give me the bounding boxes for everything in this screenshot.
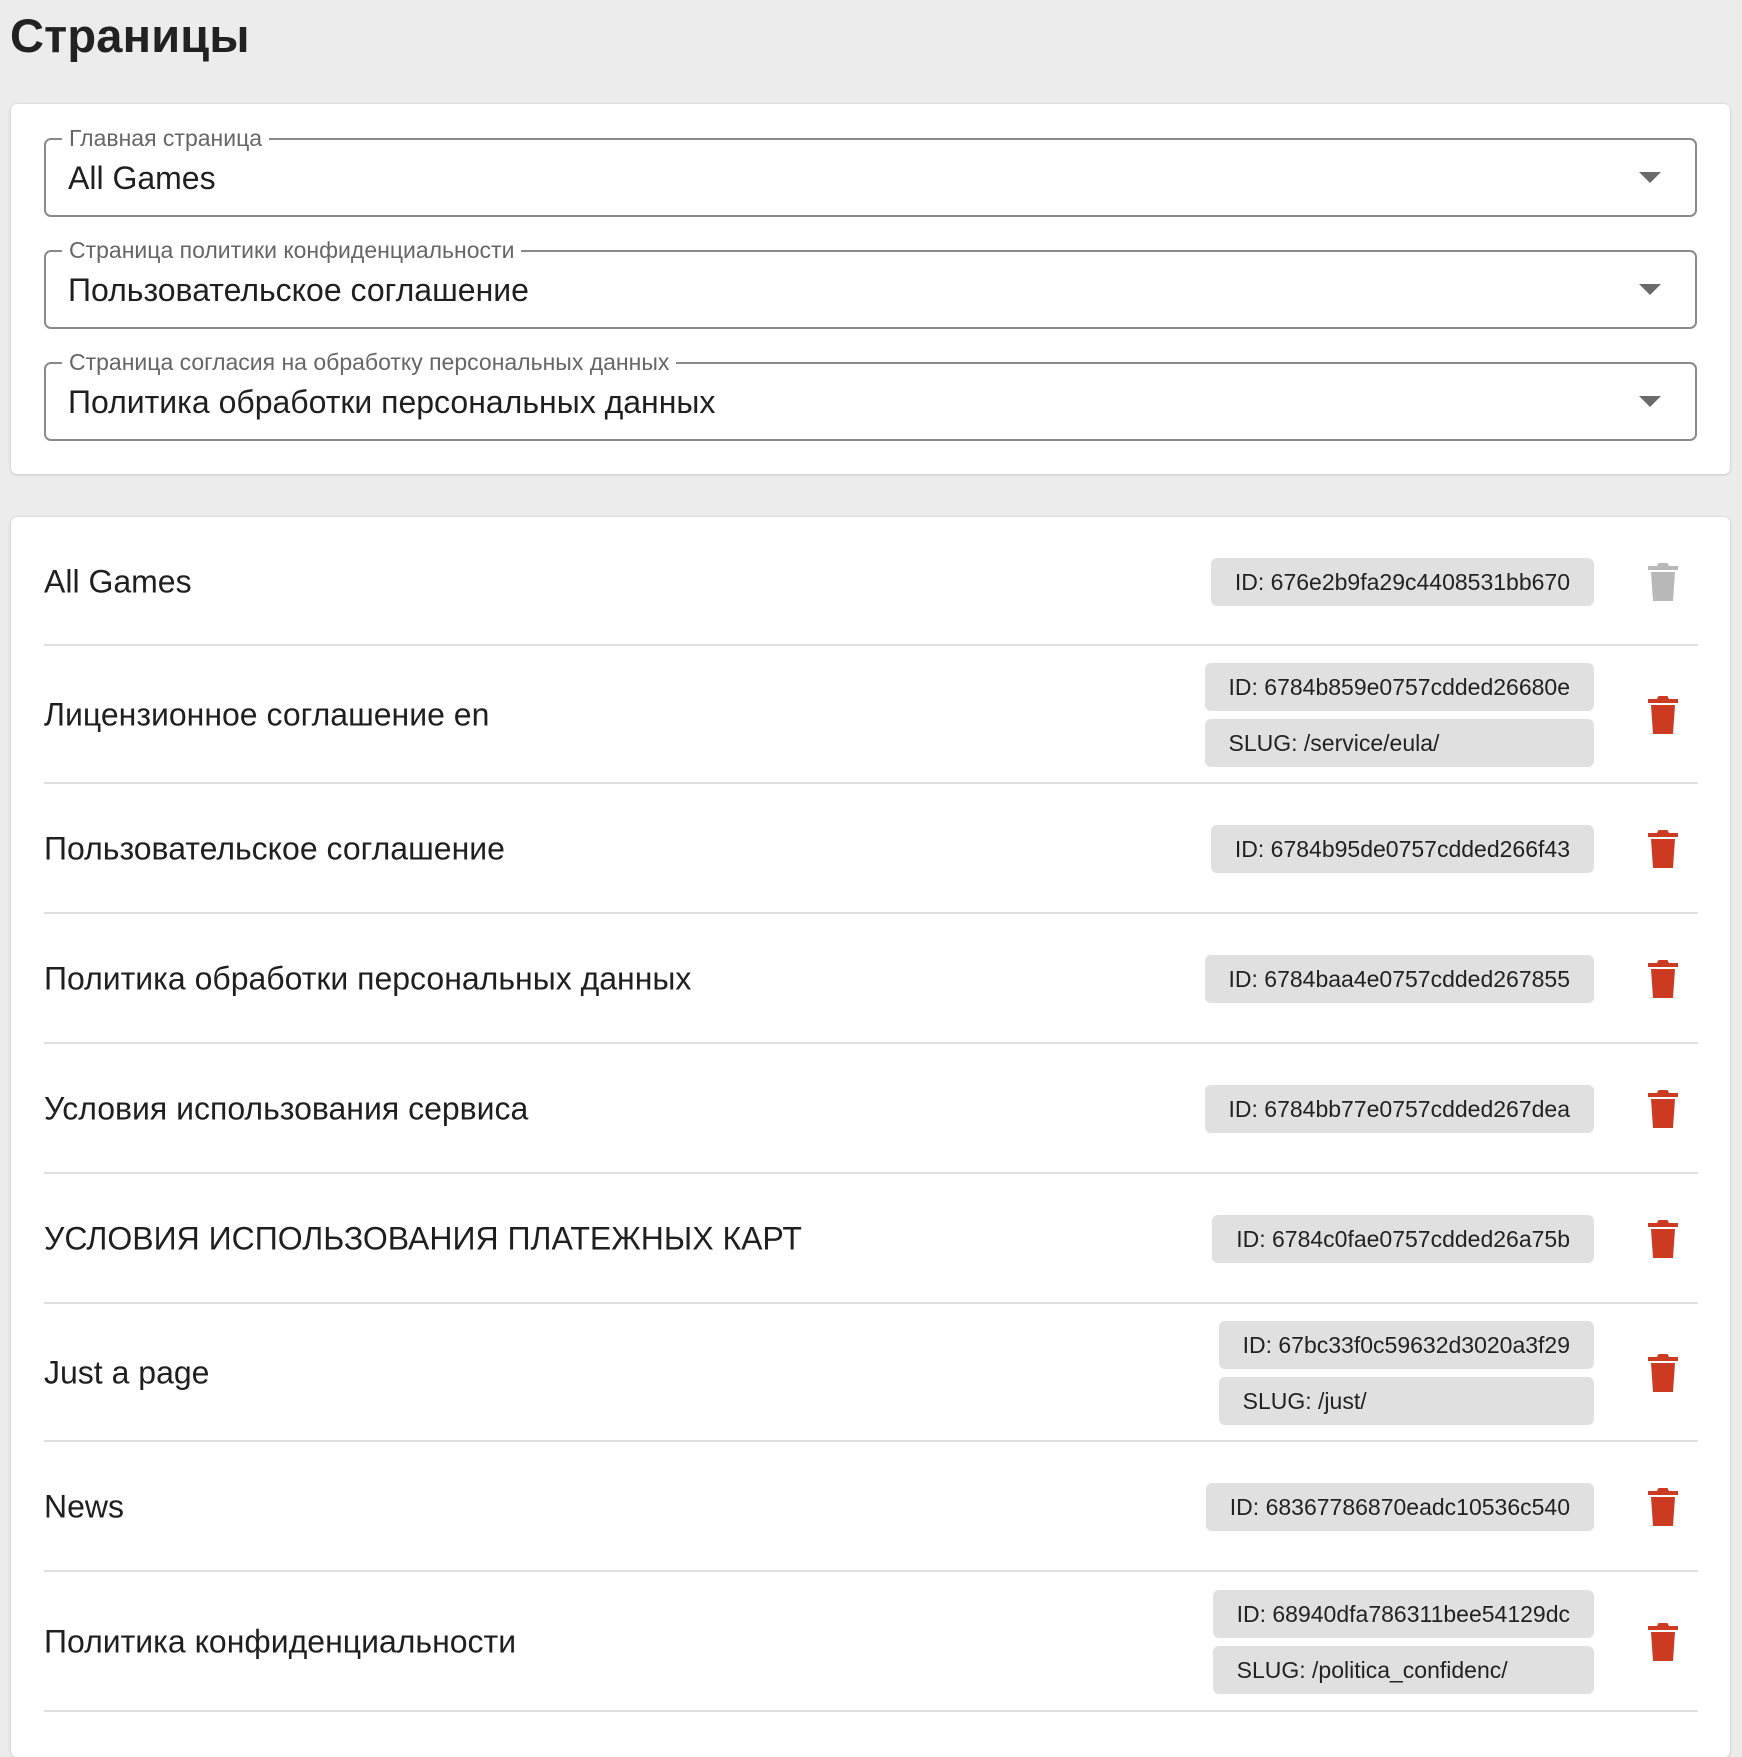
page-row[interactable]: Just a page ID: 67bc33f0c59632d3020a3f29 S… [44,1304,1698,1442]
page-name[interactable]: Условия использования сервиса [44,1091,528,1128]
trash-icon [1648,1090,1678,1128]
page-id-chip: ID: 6784b859e0757cdded26680e [1204,663,1594,711]
trash-icon [1648,1220,1678,1258]
page-row[interactable]: News ID: 68367786870eadc10536c540 [44,1442,1698,1572]
arrow-drop-down-icon [1639,396,1661,407]
trash-icon [1648,1623,1678,1661]
page-slug-chip: SLUG: /service/eula/ [1204,719,1594,767]
page-row[interactable]: Политика конфиденциальности ID: 68940dfa7… [44,1572,1698,1712]
page-info-chips: ID: 6784baa4e0757cdded267855 [1204,955,1594,1003]
personal-data-consent-page-select-label: Страница согласия на обработку персональ… [62,347,677,377]
trash-icon [1648,960,1678,998]
page-id-chip: ID: 676e2b9fa29c4408531bb670 [1210,557,1594,606]
page-name[interactable]: УСЛОВИЯ ИСПОЛЬЗОВАНИЯ ПЛАТЕЖНЫХ КАРТ [44,1221,802,1258]
page-name[interactable]: Just a page [44,1355,209,1392]
page-slug-chip: SLUG: /politica_confidenc/ [1212,1646,1594,1694]
page-name[interactable]: Лицензионное соглашение en [44,697,489,734]
arrow-drop-down-icon [1639,284,1661,295]
home-page-select-value: All Games [68,160,216,196]
trash-icon [1648,830,1678,868]
page-info-chips: ID: 68940dfa786311bee54129dc SLUG: /polit… [1212,1590,1594,1694]
page-name[interactable]: Политика конфиденциальности [44,1624,516,1661]
page-info-chips: ID: 6784bb77e0757cdded267dea [1204,1085,1594,1133]
page-row[interactable]: Лицензионное соглашение en ID: 6784b859e0… [44,646,1698,784]
delete-page-button[interactable] [1648,1220,1678,1258]
settings-card: Главная страница All Games Страница поли… [11,104,1730,474]
page-info-chips: ID: 6784b95de0757cdded266f43 [1210,825,1594,873]
page-id-chip: ID: 6784baa4e0757cdded267855 [1204,955,1594,1003]
page-slug-chip: SLUG: /just/ [1218,1377,1594,1425]
trash-icon [1648,696,1678,734]
delete-page-button[interactable] [1648,960,1678,998]
privacy-policy-page-select-value: Пользовательское соглашение [68,272,529,308]
page-id-chip: ID: 6784bb77e0757cdded267dea [1204,1085,1594,1133]
page-name[interactable]: News [44,1489,124,1526]
page-name[interactable]: Пользовательское соглашение [44,831,505,868]
trash-icon [1648,1488,1678,1526]
page-id-chip: ID: 67bc33f0c59632d3020a3f29 [1218,1321,1594,1369]
page-row[interactable]: Пользовательское соглашение ID: 6784b95de… [44,784,1698,914]
home-page-select[interactable]: Главная страница All Games [44,123,1697,217]
page-name[interactable]: All Games [44,563,192,600]
page-name[interactable]: Политика обработки персональных данных [44,961,691,998]
personal-data-consent-page-select[interactable]: Страница согласия на обработку персональ… [44,347,1697,441]
page-info-chips: ID: 6784c0fae0757cdded26a75b [1212,1215,1594,1263]
page-row[interactable]: Условия использования сервиса ID: 6784bb7… [44,1044,1698,1174]
delete-page-button[interactable] [1648,830,1678,868]
home-page-select-label: Главная страница [62,123,270,153]
page-info-chips: ID: 68367786870eadc10536c540 [1205,1483,1594,1531]
page-id-chip: ID: 6784c0fae0757cdded26a75b [1212,1215,1594,1263]
page-row[interactable]: All Games ID: 676e2b9fa29c4408531bb670 [44,517,1698,646]
page-id-chip: ID: 68940dfa786311bee54129dc [1212,1590,1594,1638]
trash-icon [1648,1354,1678,1392]
personal-data-consent-page-select-value: Политика обработки персональных данных [68,384,716,420]
page-info-chips: ID: 6784b859e0757cdded26680e SLUG: /servi… [1204,663,1594,767]
privacy-policy-page-select-label: Страница политики конфиденциальности [62,235,522,265]
page-id-chip: ID: 6784b95de0757cdded266f43 [1210,825,1594,873]
arrow-drop-down-icon [1639,172,1661,183]
pages-list-card: All Games ID: 676e2b9fa29c4408531bb670 Лиц… [11,517,1730,1757]
trash-icon [1648,562,1678,601]
page-row[interactable]: УСЛОВИЯ ИСПОЛЬЗОВАНИЯ ПЛАТЕЖНЫХ КАРТ ID: … [44,1174,1698,1304]
delete-page-button[interactable] [1648,1354,1678,1392]
delete-page-button [1648,562,1678,601]
delete-page-button[interactable] [1648,1488,1678,1526]
page-id-chip: ID: 68367786870eadc10536c540 [1205,1483,1594,1531]
delete-page-button[interactable] [1648,1090,1678,1128]
page-title: Страницы [10,9,250,62]
page-info-chips: ID: 676e2b9fa29c4408531bb670 [1210,557,1594,606]
delete-page-button[interactable] [1648,1623,1678,1661]
page-info-chips: ID: 67bc33f0c59632d3020a3f29 SLUG: /just/ [1218,1321,1594,1425]
delete-page-button[interactable] [1648,696,1678,734]
privacy-policy-page-select[interactable]: Страница политики конфиденциальности Пол… [44,235,1697,329]
page-row[interactable]: Политика обработки персональных данных ID… [44,914,1698,1044]
